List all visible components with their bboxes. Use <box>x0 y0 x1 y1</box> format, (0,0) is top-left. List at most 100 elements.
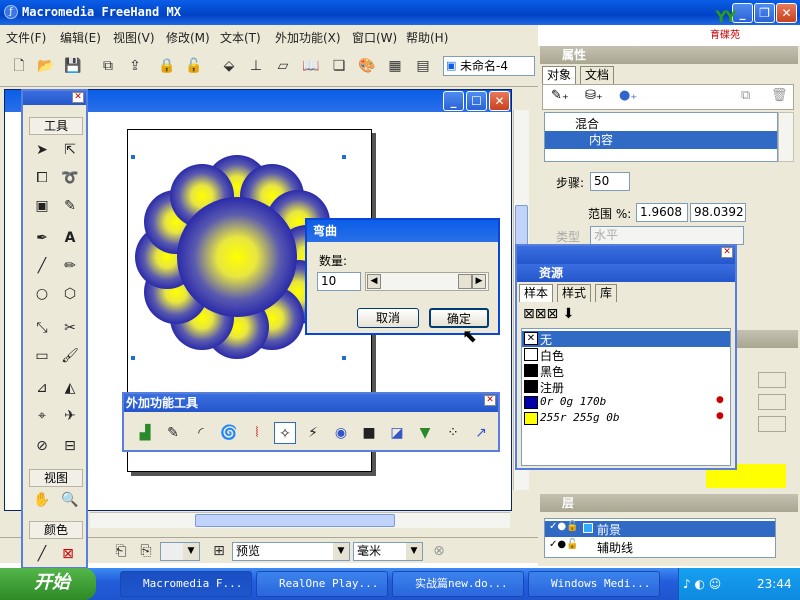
swatches-panel-titlebar[interactable]: ✕ <box>517 246 735 264</box>
trace-tool-icon[interactable]: ▣ <box>31 195 53 217</box>
range-end-input[interactable]: 98.0392 <box>690 203 746 222</box>
add-fill-icon[interactable]: ⛁₊ <box>585 88 603 103</box>
taskbar-freehand[interactable]: Macromedia F... <box>120 571 252 597</box>
selection-handle[interactable] <box>131 356 135 360</box>
layer-row-guides[interactable]: ✓●🔓 辅助线 <box>545 539 775 555</box>
tree-scrollbar[interactable] <box>778 112 794 162</box>
stepper-button[interactable] <box>758 372 786 388</box>
scale-tool-icon[interactable]: ⤡ <box>31 317 53 339</box>
navigate-tool-icon[interactable]: ↗ <box>470 422 492 444</box>
stack-icon[interactable]: ▤ <box>412 55 434 77</box>
properties-panel-header[interactable]: 属性 <box>540 46 798 64</box>
tree-item-blend[interactable]: 混合 <box>575 115 599 132</box>
subselect-tool-icon[interactable]: ⇱ <box>59 139 81 161</box>
taskbar-realone[interactable]: RealOne Play... <box>256 571 388 597</box>
add-page-icon[interactable]: ⊞ <box>208 540 230 562</box>
brush-tool-icon[interactable]: 🖌 <box>59 345 81 367</box>
pointer-tool-icon[interactable]: ➤ <box>31 139 53 161</box>
freehand-app-icon[interactable]: ƒ <box>4 5 18 19</box>
selection-handle[interactable] <box>342 155 346 159</box>
hand-tool-icon[interactable]: ✋ <box>31 489 53 511</box>
stroke-color-icon[interactable]: ╱ <box>31 543 53 565</box>
link-tool-icon[interactable]: ⊘ <box>31 435 53 457</box>
taskbar-windows-media[interactable]: Windows Medi... <box>528 571 660 597</box>
range-start-input[interactable]: 1.9608 <box>636 203 688 222</box>
close-icon[interactable]: ✕ <box>484 395 496 406</box>
chart-tool-icon[interactable]: ⊟ <box>59 435 81 457</box>
close-button[interactable]: ✕ <box>776 3 797 23</box>
envelope-tool-icon[interactable]: ✈ <box>59 405 81 427</box>
bend-tool-icon[interactable]: ✧ <box>274 422 296 444</box>
tab-styles[interactable]: 样式 <box>557 284 592 302</box>
slider-right-arrow[interactable]: ▶ <box>472 274 486 289</box>
perspective-tool-icon[interactable]: ⊿ <box>31 377 53 399</box>
tools-panel-titlebar[interactable]: ✕ <box>23 91 86 105</box>
tray-icons[interactable]: ♪ ◐ ☺ <box>683 568 721 600</box>
swatch-tool-icons[interactable]: ⊠⊠⊠ ⬇ <box>523 306 574 322</box>
pen-tool-icon[interactable]: ✒ <box>31 227 53 249</box>
horizontal-scrollbar[interactable] <box>90 512 510 528</box>
menu-file[interactable]: 文件(F) <box>6 29 46 46</box>
grid-icon[interactable]: ▦ <box>384 55 406 77</box>
tab-document[interactable]: 文档 <box>580 66 615 84</box>
steps-input[interactable]: 50 <box>590 172 630 191</box>
mirror-tool-icon[interactable]: ⦚ <box>246 422 268 444</box>
open-file-icon[interactable]: 📂 <box>35 55 57 77</box>
menu-xtras[interactable]: 外加功能(X) <box>275 29 341 46</box>
spiral-tool-icon[interactable]: 🌀 <box>218 422 240 444</box>
arc-tool-icon[interactable]: ◜ <box>190 422 212 444</box>
smudge-tool-icon[interactable]: ⁘ <box>442 422 464 444</box>
ellipse-tool-icon[interactable]: ○ <box>31 283 53 305</box>
page-number-field[interactable]: ▼ <box>160 542 200 561</box>
tree-item-contents[interactable]: 内容 <box>545 131 777 149</box>
color-mixer-icon[interactable]: 🎨 <box>356 55 378 77</box>
3d-rotate-tool-icon[interactable]: ◪ <box>386 422 408 444</box>
library-icon[interactable]: 📖 <box>300 55 322 77</box>
selection-handle[interactable] <box>131 155 135 159</box>
amount-input[interactable]: 10 <box>317 272 361 291</box>
menu-text[interactable]: 文本(T) <box>220 29 261 46</box>
swatch-row-none[interactable]: ✕ 无 <box>522 331 730 347</box>
doc-maximize-button[interactable]: ☐ <box>466 91 487 111</box>
horizontal-scroll-thumb[interactable] <box>195 514 395 527</box>
eraser-tool-icon[interactable]: ▭ <box>31 345 53 367</box>
line-tool-icon[interactable]: ╱ <box>31 255 53 277</box>
eyedropper-xtra-icon[interactable]: ✎ <box>162 422 184 444</box>
slider-thumb[interactable] <box>458 274 472 289</box>
extrude-tool-icon[interactable]: ◭ <box>59 377 81 399</box>
lock-icon[interactable]: 🔒 <box>156 55 178 77</box>
view-mode-select[interactable]: 预览 ▼ <box>232 542 350 561</box>
knife-tool-icon[interactable]: ✂ <box>59 317 81 339</box>
flower-artwork[interactable] <box>130 150 330 360</box>
roughen-tool-icon[interactable]: ⚡ <box>302 422 324 444</box>
tab-object[interactable]: 对象 <box>542 66 577 84</box>
graphic-hose-icon[interactable]: ▼ <box>414 422 436 444</box>
add-stroke-icon[interactable]: ✎₊ <box>551 88 569 103</box>
close-icon[interactable]: ✕ <box>72 92 84 103</box>
import-icon[interactable]: ⧉ <box>97 55 119 77</box>
menu-help[interactable]: 帮助(H) <box>406 29 448 46</box>
shadow-tool-icon[interactable]: ■ <box>358 422 380 444</box>
units-select[interactable]: 毫米 ▼ <box>353 542 423 561</box>
trash-icon[interactable]: 🗑 <box>771 88 788 103</box>
transform-icon[interactable]: ▱ <box>272 55 294 77</box>
menu-modify[interactable]: 修改(M) <box>166 29 210 46</box>
lasso-tool-icon[interactable]: ➰ <box>59 167 81 189</box>
text-tool-icon[interactable]: A <box>59 227 81 249</box>
layers-icon[interactable]: ❏ <box>328 55 350 77</box>
align-icon[interactable]: ⊥ <box>245 55 267 77</box>
layers-panel-header[interactable]: 层 <box>540 494 798 512</box>
swatches-panel-header[interactable]: 资源 <box>517 264 735 282</box>
visible-check-icon[interactable]: ✓●🔓 <box>549 521 579 532</box>
tab-swatches[interactable]: 样本 <box>519 284 554 302</box>
connector-tool-icon[interactable]: ⌖ <box>31 405 53 427</box>
unlock-icon[interactable]: 🔓 <box>183 55 205 77</box>
eyedropper-tool-icon[interactable]: ✎ <box>59 195 81 217</box>
bend-dialog-title[interactable]: 弯曲 <box>307 220 498 242</box>
pencil-tool-icon[interactable]: ✏ <box>59 255 81 277</box>
close-icon[interactable]: ✕ <box>721 247 733 258</box>
swatch-row-blue[interactable]: 0r 0g 170b ● <box>522 395 730 411</box>
page-first-icon[interactable]: ⎗ <box>110 540 132 562</box>
doc-close-button[interactable]: ✕ <box>489 91 510 111</box>
slider-left-arrow[interactable]: ◀ <box>367 274 381 289</box>
